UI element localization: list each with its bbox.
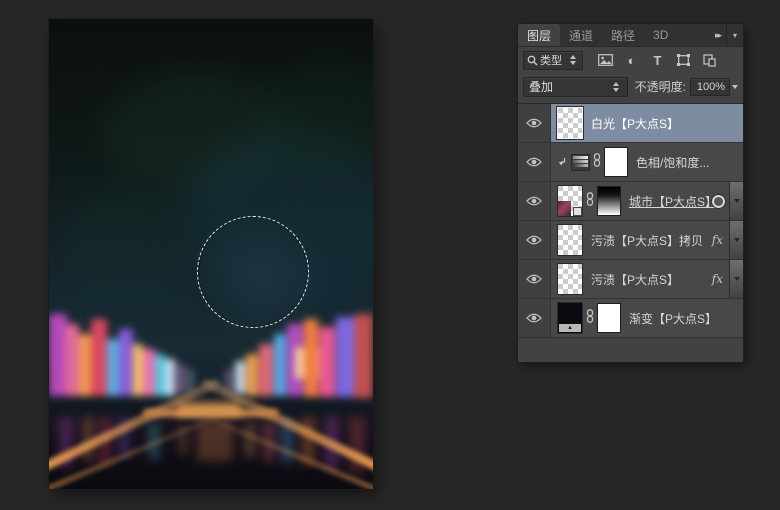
adjustment-layer-filter-icon[interactable]: ◐	[623, 53, 640, 68]
eye-icon	[526, 235, 542, 245]
layer-row-hue-saturation[interactable]: 色相/饱和度...	[518, 143, 743, 182]
layer-name[interactable]: 白光【P大点S】	[591, 115, 679, 132]
blend-mode-value: 叠加	[529, 78, 553, 95]
layer-thumbnail[interactable]	[557, 107, 583, 139]
layers-panel: 图层 通道 路径 3D ▸▸ ▾ 类型 ◐ T	[517, 23, 744, 363]
layer-thumbnail[interactable]	[557, 263, 583, 295]
filter-kind-label: 类型	[540, 52, 562, 68]
canal-water-art	[49, 417, 373, 489]
layer-mask-thumbnail[interactable]	[604, 147, 628, 177]
type-layer-filter-icon[interactable]: T	[649, 53, 666, 68]
document-canvas[interactable]	[49, 19, 373, 489]
layer-filter-select[interactable]: 类型	[523, 51, 583, 70]
search-icon	[527, 55, 538, 66]
visibility-cell[interactable]	[518, 182, 551, 220]
layer-name[interactable]: 色相/饱和度...	[636, 154, 709, 171]
gradient-fill-thumbnail[interactable]: ▲	[557, 302, 583, 334]
tab-spacer	[677, 24, 709, 46]
visibility-cell[interactable]	[518, 260, 551, 298]
blend-mode-spinner-icon	[613, 82, 619, 92]
layer-name[interactable]: 渐变【P大点S】	[629, 310, 717, 327]
layer-row-baiguang[interactable]: 白光【P大点S】	[518, 104, 743, 143]
layer-effects-badge[interactable]: fx	[712, 272, 723, 286]
opacity-dropdown-icon[interactable]	[732, 85, 738, 89]
tab-paths[interactable]: 路径	[602, 24, 644, 46]
layers-list: 白光【P大点S】	[518, 103, 743, 362]
eye-icon	[526, 196, 542, 206]
mask-link-icon[interactable]	[593, 153, 601, 172]
blend-opacity-row: 叠加 不透明度: 100%	[518, 73, 743, 99]
tab-channels[interactable]: 通道	[560, 24, 602, 46]
eye-icon	[526, 157, 542, 167]
selection-marquee	[197, 216, 309, 328]
layer-row-chengshi[interactable]: 城市【P大点S】	[518, 182, 743, 221]
tab-3d[interactable]: 3D	[644, 24, 677, 46]
gradient-bar-icon: ▲	[559, 324, 581, 332]
layer-mask-thumbnail[interactable]	[597, 303, 621, 333]
opacity-label: 不透明度:	[635, 78, 686, 95]
layer-row-wuzi[interactable]: 污渍【P大点S】 fx	[518, 260, 743, 299]
shape-layer-filter-icon[interactable]	[675, 53, 692, 68]
filter-kind-spinner-icon	[570, 55, 576, 65]
layer-row-jianbian[interactable]: ▲ 渐变【P大点S】	[518, 299, 743, 338]
clipping-mask-icon	[557, 157, 567, 168]
eye-icon	[526, 313, 542, 323]
visibility-cell[interactable]	[518, 143, 551, 181]
visibility-cell[interactable]	[518, 299, 551, 337]
mask-link-icon[interactable]	[586, 309, 594, 328]
eye-icon	[526, 274, 542, 284]
pixel-layer-filter-icon[interactable]	[597, 53, 614, 68]
layer-name[interactable]: 污渍【P大点S】	[591, 271, 679, 288]
eye-icon	[526, 118, 542, 128]
tab-layers[interactable]: 图层	[518, 24, 560, 46]
layer-name[interactable]: 城市【P大点S】	[629, 193, 717, 210]
filter-type-icons: ◐ T	[597, 53, 718, 68]
collapse-panels-icon[interactable]: ▸▸	[709, 24, 726, 46]
smart-object-badge-icon	[573, 207, 582, 216]
mask-link-icon[interactable]	[586, 192, 594, 211]
visibility-cell[interactable]	[518, 104, 551, 142]
panel-menu-icon[interactable]: ▾	[726, 24, 743, 46]
layer-row-wuzi-copy[interactable]: 污渍【P大点S】拷贝 fx	[518, 221, 743, 260]
opacity-input[interactable]: 100%	[690, 78, 730, 96]
smart-object-thumbnail[interactable]	[557, 185, 583, 217]
visibility-cell[interactable]	[518, 221, 551, 259]
layer-effects-badge[interactable]: fx	[712, 233, 723, 247]
expand-effects-button[interactable]	[729, 221, 743, 259]
photoshop-window: 图层 通道 路径 3D ▸▸ ▾ 类型 ◐ T	[0, 0, 780, 510]
blend-mode-select[interactable]: 叠加	[523, 77, 628, 97]
panel-tab-bar: 图层 通道 路径 3D ▸▸ ▾	[518, 24, 743, 47]
layer-thumbnail[interactable]	[557, 224, 583, 256]
smart-object-filter-icon[interactable]	[701, 53, 718, 68]
smart-filter-icon[interactable]	[712, 195, 725, 208]
thumbnail-image	[558, 201, 571, 216]
hue-saturation-adjustment-icon[interactable]	[571, 154, 590, 171]
gradient-mask-thumbnail[interactable]	[597, 186, 621, 216]
expand-effects-button[interactable]	[729, 260, 743, 298]
layer-name[interactable]: 污渍【P大点S】拷贝	[591, 232, 703, 249]
layer-filter-row: 类型 ◐ T	[518, 47, 743, 73]
expand-effects-button[interactable]	[729, 182, 743, 220]
